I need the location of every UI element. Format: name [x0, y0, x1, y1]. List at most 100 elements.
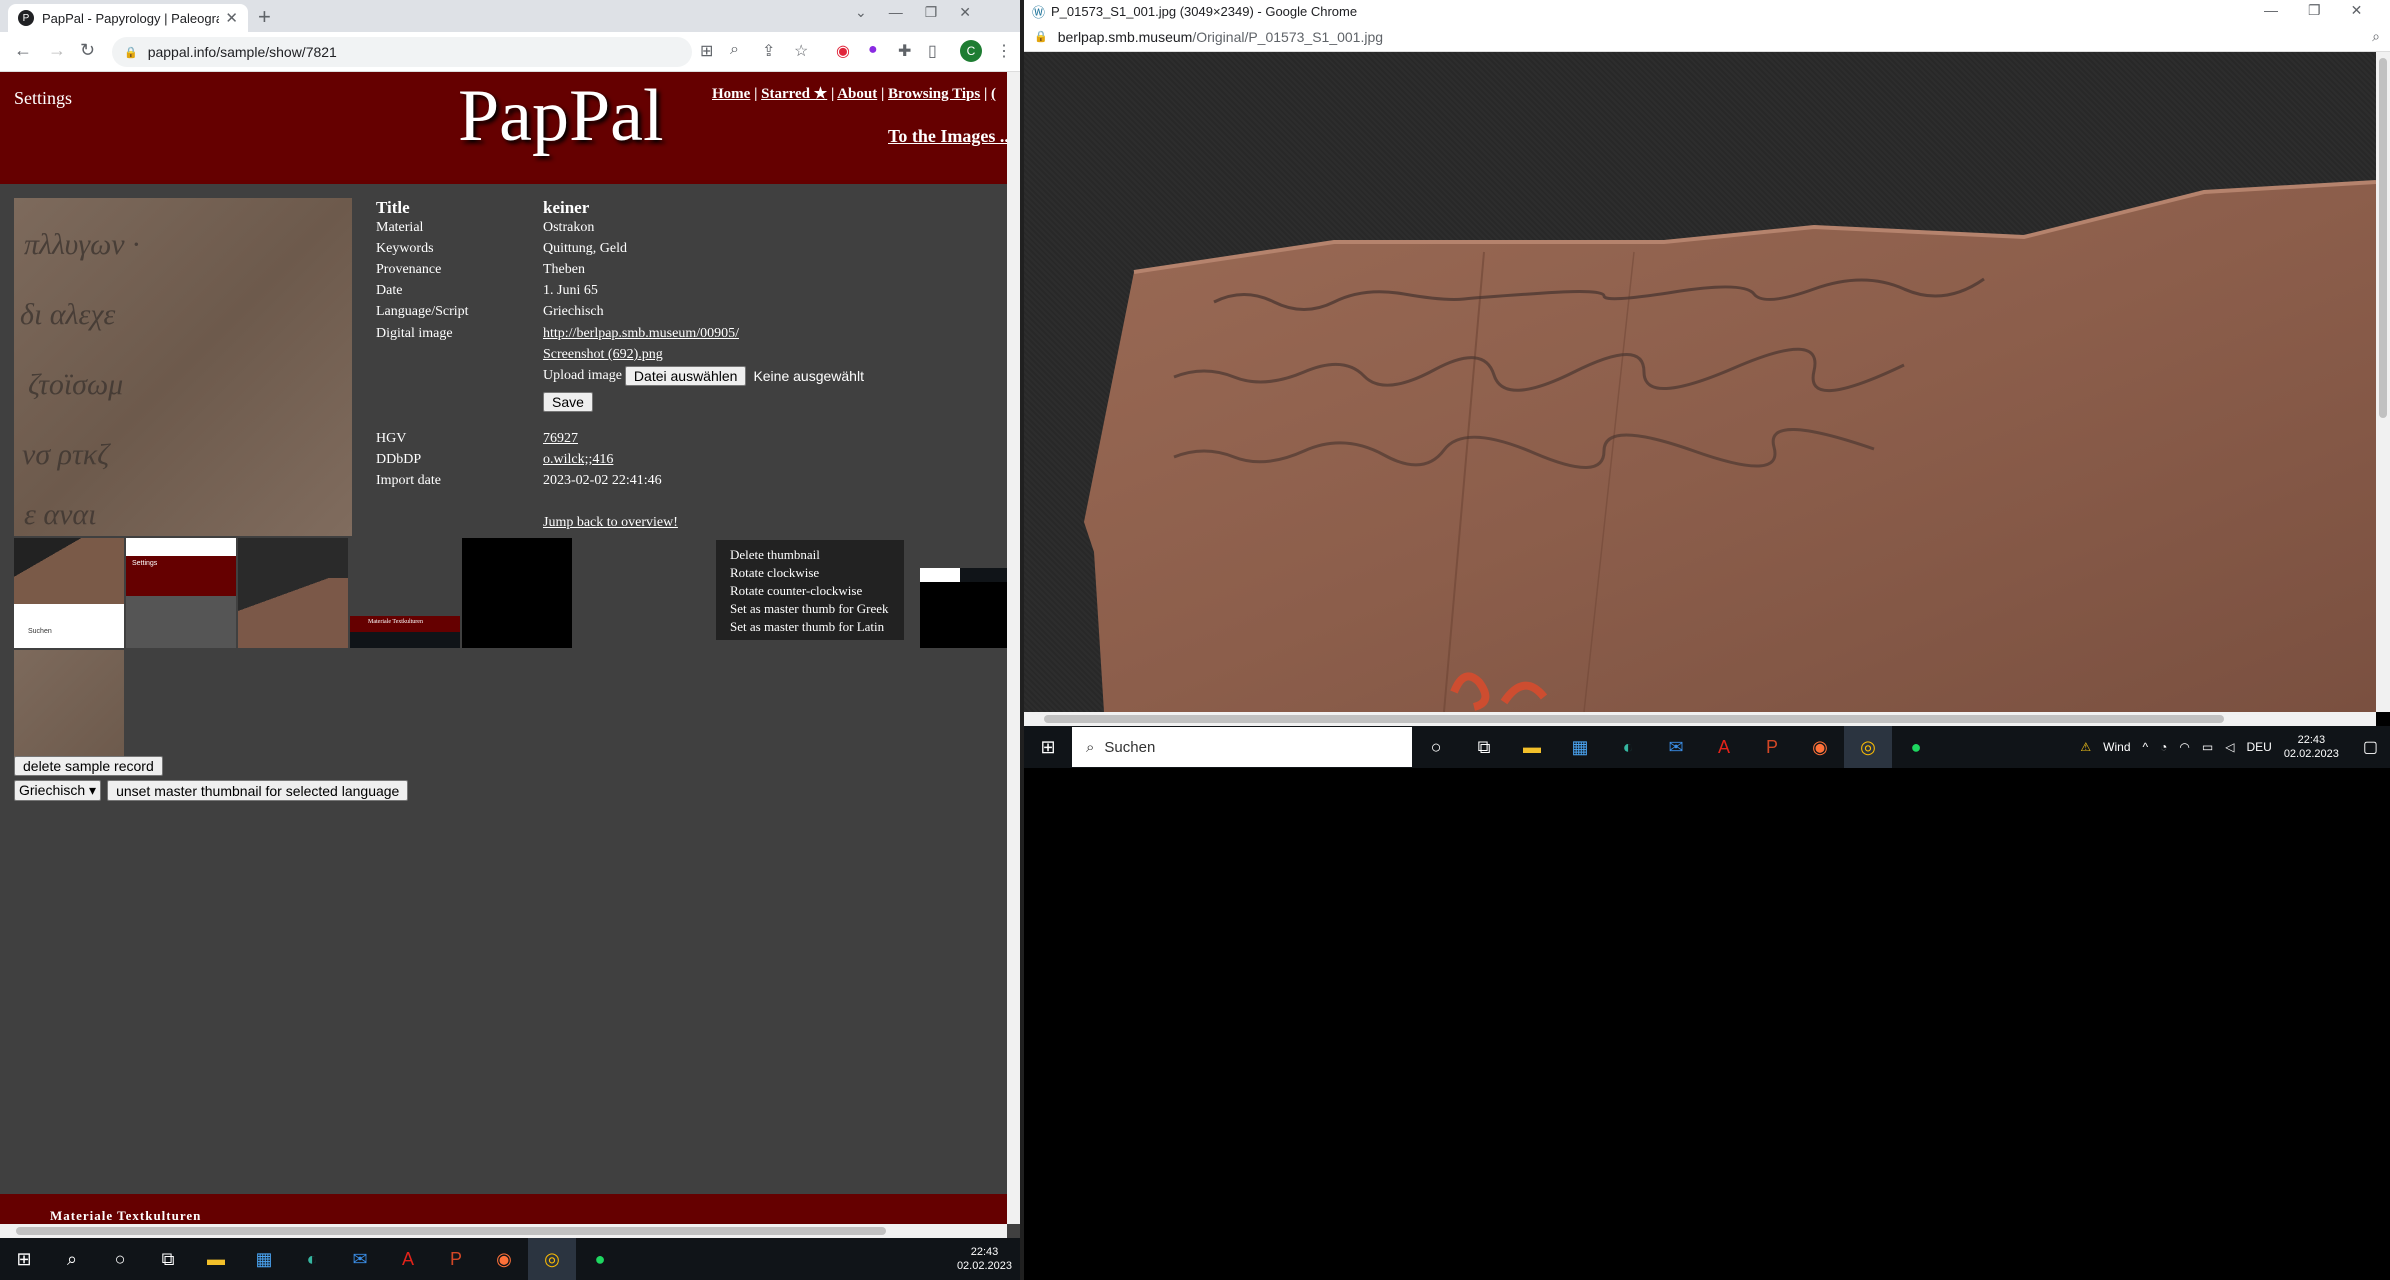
firefox-icon[interactable]: ◉ [480, 1238, 528, 1280]
kebab-menu-icon[interactable]: ⋮ [996, 41, 1012, 61]
nav-about[interactable]: About [837, 86, 877, 102]
chevron-down-icon[interactable]: ⌄ [855, 4, 867, 21]
volume-icon[interactable]: ◁ [2225, 740, 2234, 754]
task-view-icon[interactable]: ⧉ [1460, 726, 1508, 768]
cortana-icon[interactable]: ○ [1412, 726, 1460, 768]
extension-red-icon[interactable]: ◉ [836, 41, 850, 61]
main-sample-thumbnail[interactable]: πλλυγων · δι αλεχε ζτοϊσωμ νσ ρτκζ ε ανα… [14, 198, 352, 536]
nav-browsing-tips[interactable]: Browsing Tips [888, 86, 980, 102]
thumbnail[interactable] [920, 538, 1007, 648]
jump-back-link[interactable]: Jump back to overview! [543, 515, 678, 531]
digital-image-link[interactable]: http://berlpap.smb.museum/00905/ [543, 326, 739, 342]
thumbnail[interactable] [574, 538, 684, 648]
menu-delete-thumbnail[interactable]: Delete thumbnail [716, 546, 904, 564]
settings-link[interactable]: Settings [14, 88, 72, 109]
thumbnail[interactable] [462, 538, 572, 648]
menu-rotate-counter-clockwise[interactable]: Rotate counter-clockwise [716, 582, 904, 600]
extensions-puzzle-icon[interactable]: ✚ [898, 41, 911, 61]
left-horizontal-scrollbar[interactable] [0, 1224, 1007, 1238]
zoom-icon[interactable]: ⌕ [730, 41, 739, 59]
acrobat-icon[interactable]: A [1700, 726, 1748, 768]
left-clock[interactable]: 22:43 02.02.2023 [957, 1245, 1012, 1273]
powerpoint-icon[interactable]: P [432, 1238, 480, 1280]
wifi-icon[interactable]: ◠ [2179, 740, 2189, 754]
restore-icon[interactable]: ❐ [2308, 2, 2321, 19]
edge-icon[interactable]: ◐ [288, 1238, 336, 1280]
notification-icon[interactable]: ▢ [2363, 737, 2378, 757]
thumbnail[interactable]: Settings [126, 538, 236, 648]
url-omnibox[interactable]: 🔒 pappal.info/sample/show/7821 [112, 37, 692, 67]
thumbnail[interactable]: Suchen [14, 538, 124, 648]
task-view-icon[interactable]: ⧉ [144, 1238, 192, 1280]
scrollbar-thumb[interactable] [2379, 58, 2387, 418]
close-window-icon[interactable]: ✕ [2351, 2, 2363, 19]
share-icon[interactable]: ⇪ [762, 41, 775, 61]
extension-purple-icon[interactable]: ● [868, 41, 878, 59]
unset-master-thumbnail-button[interactable]: unset master thumbnail for selected lang… [107, 780, 409, 801]
choose-file-button[interactable]: Datei auswählen [624, 366, 747, 386]
right-clock[interactable]: 22:43 02.02.2023 [2284, 733, 2339, 761]
thumbnail[interactable] [14, 650, 124, 760]
tab-close-icon[interactable]: ✕ [225, 9, 238, 27]
firefox-icon[interactable]: ◉ [1796, 726, 1844, 768]
right-horizontal-scrollbar[interactable] [1024, 712, 2376, 726]
battery-icon[interactable]: ▭ [2202, 740, 2213, 754]
scrollbar-thumb[interactable] [16, 1227, 886, 1235]
taskbar-search-box[interactable]: ⌕ Suchen [1072, 727, 1412, 767]
reload-icon[interactable]: ↻ [80, 40, 95, 61]
chevron-up-icon[interactable]: ^ [2143, 740, 2149, 754]
network-icon[interactable]: ◔ [2160, 740, 2167, 754]
file-explorer-icon[interactable]: ▬ [1508, 726, 1556, 768]
weather-warning-icon[interactable]: ⚠ [2080, 740, 2091, 754]
close-window-icon[interactable]: ✕ [959, 4, 971, 21]
restore-icon[interactable]: ❐ [925, 4, 938, 21]
mail-icon[interactable]: ✉ [336, 1238, 384, 1280]
weather-text[interactable]: Wind [2103, 740, 2130, 754]
chrome-icon[interactable]: ◎ [1844, 726, 1892, 768]
thumbnail[interactable]: Materiale Textkulturen [350, 538, 460, 648]
windows-start-icon[interactable]: ⊞ [1024, 726, 1072, 768]
papyrus-full-image[interactable] [1024, 52, 2376, 712]
nav-starred[interactable]: Starred ★ [761, 86, 827, 102]
search-icon[interactable]: ⌕ [48, 1238, 96, 1280]
forward-icon[interactable]: → [48, 40, 66, 61]
nav-truncated[interactable]: ( [991, 86, 996, 102]
profile-avatar[interactable]: C [960, 40, 982, 62]
right-address-bar[interactable]: 🔒 berlpap.smb.museum /Original/P_01573_S… [1024, 22, 2390, 52]
left-vertical-scrollbar[interactable] [1007, 72, 1020, 1224]
translate-icon[interactable]: ⊞ [700, 41, 713, 61]
powerpoint-icon[interactable]: P [1748, 726, 1796, 768]
delete-sample-record-button[interactable]: delete sample record [14, 756, 163, 776]
windows-start-icon[interactable]: ⊞ [0, 1238, 48, 1280]
nav-home[interactable]: Home [712, 86, 750, 102]
minimize-icon[interactable]: — [889, 4, 903, 21]
spotify-icon[interactable]: ● [1892, 726, 1940, 768]
hgv-link[interactable]: 76927 [543, 431, 578, 447]
edge-icon[interactable]: ◐ [1604, 726, 1652, 768]
file-explorer-icon[interactable]: ▬ [192, 1238, 240, 1280]
tab-pappal[interactable]: P PapPal - Papyrology | Paleograph ✕ [8, 4, 248, 32]
new-tab-icon[interactable]: + [258, 4, 271, 30]
back-icon[interactable]: ← [14, 40, 32, 61]
thumbnail[interactable] [238, 538, 348, 648]
right-vertical-scrollbar[interactable] [2376, 52, 2390, 712]
input-language[interactable]: DEU [2246, 740, 2271, 754]
ddbdp-link[interactable]: o.wilck;;416 [543, 452, 613, 468]
zoom-icon[interactable]: ⌕ [2372, 28, 2380, 45]
store-icon[interactable]: ▦ [1556, 726, 1604, 768]
minimize-icon[interactable]: — [2264, 2, 2278, 19]
spotify-icon[interactable]: ● [576, 1238, 624, 1280]
side-panel-icon[interactable]: ▯ [928, 41, 937, 61]
screenshot-link[interactable]: Screenshot (692).png [543, 347, 663, 363]
cortana-icon[interactable]: ○ [96, 1238, 144, 1280]
scrollbar-thumb[interactable] [1044, 715, 2224, 723]
mail-icon[interactable]: ✉ [1652, 726, 1700, 768]
save-button[interactable]: Save [543, 392, 593, 412]
pappal-logo[interactable]: PapPal [458, 74, 664, 159]
menu-set-master-greek[interactable]: Set as master thumb for Greek [716, 600, 904, 618]
bookmark-star-icon[interactable]: ☆ [794, 41, 808, 61]
language-select[interactable]: Griechisch ▾ [14, 780, 102, 801]
menu-set-master-latin[interactable]: Set as master thumb for Latin [716, 618, 904, 636]
acrobat-icon[interactable]: A [384, 1238, 432, 1280]
to-the-images-link[interactable]: To the Images ... [888, 126, 1007, 147]
